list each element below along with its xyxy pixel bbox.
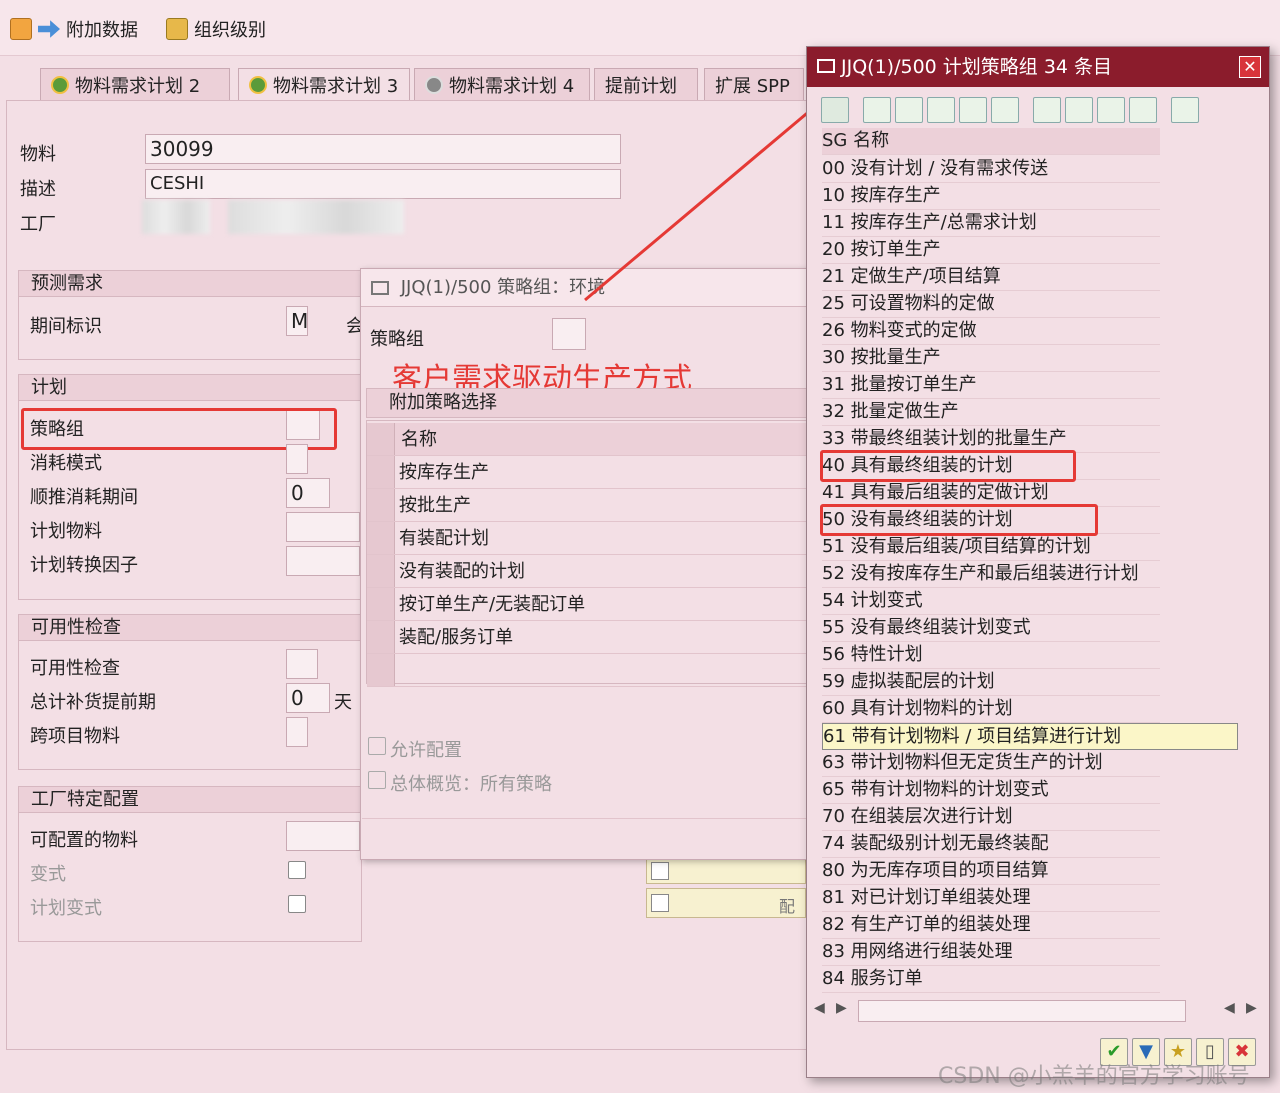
- strategy-row[interactable]: 10 按库存生产: [822, 183, 1160, 210]
- search-icon[interactable]: [821, 97, 849, 123]
- strategy-row[interactable]: 83 用网络进行组装处理: [822, 939, 1160, 966]
- strategy-row[interactable]: 65 带有计划物料的计划变式: [822, 777, 1160, 804]
- close-icon[interactable]: ✕: [1239, 56, 1261, 78]
- list-dialog-title-bar: JJQ(1)/500 计划策略组 34 条目 ✕: [807, 47, 1269, 87]
- print-icon[interactable]: [1033, 97, 1061, 123]
- strategy-row[interactable]: 59 虚拟装配层的计划: [822, 669, 1160, 696]
- sort-descending-icon[interactable]: [895, 97, 923, 123]
- list-dialog-title: JJQ(1)/500 计划策略组 34 条目: [841, 56, 1113, 78]
- strategy-row[interactable]: 60 具有计划物料的计划: [822, 696, 1160, 723]
- arrow-line: [584, 102, 819, 302]
- strategy-row[interactable]: 26 物料变式的定做: [822, 318, 1160, 345]
- strategy-row[interactable]: 70 在组装层次进行计划: [822, 804, 1160, 831]
- strategy-row[interactable]: 80 为无库存项目的项目结算: [822, 858, 1160, 885]
- list-toolbar: [821, 97, 1199, 127]
- watermark: CSDN @小羔羊的官方学习账号: [938, 1064, 1250, 1089]
- strategy-row[interactable]: 52 没有按库存生产和最后组装进行计划: [822, 561, 1160, 588]
- highlight-row-40: [820, 450, 1076, 482]
- strategy-row[interactable]: 63 带计划物料但无定货生产的计划: [822, 750, 1160, 777]
- strategy-row[interactable]: 25 可设置物料的定做: [822, 291, 1160, 318]
- strategy-row[interactable]: 61 带有计划物料 / 项目结算进行计划: [822, 723, 1238, 750]
- strategy-row[interactable]: 31 批量按订单生产: [822, 372, 1160, 399]
- strategy-row[interactable]: 51 没有最后组装/项目结算的计划: [822, 534, 1160, 561]
- strategy-row[interactable]: 81 对已计划订单组装处理: [822, 885, 1160, 912]
- strategy-row[interactable]: 55 没有最终组装计划变式: [822, 615, 1160, 642]
- export-icon[interactable]: [1097, 97, 1125, 123]
- window-icon: [817, 59, 835, 73]
- scroll-left-end-icon[interactable]: ◀: [1224, 1000, 1235, 1016]
- strategy-row[interactable]: 20 按订单生产: [822, 237, 1160, 264]
- strategy-row[interactable]: 56 特性计划: [822, 642, 1160, 669]
- strategy-row[interactable]: 84 服务订单: [822, 966, 1160, 993]
- strategy-row[interactable]: 30 按批量生产: [822, 345, 1160, 372]
- strategy-row[interactable]: 54 计划变式: [822, 588, 1160, 615]
- strategy-row[interactable]: 32 批量定做生产: [822, 399, 1160, 426]
- scroll-right-end-icon[interactable]: ▶: [1246, 1000, 1257, 1016]
- highlight-row-50: [820, 504, 1098, 536]
- strategy-row[interactable]: 11 按库存生产/总需求计划: [822, 210, 1160, 237]
- strategy-row[interactable]: 33 带最终组装计划的批量生产: [822, 426, 1160, 453]
- strategy-row[interactable]: 82 有生产订单的组装处理: [822, 912, 1160, 939]
- list-header: SG 名称: [822, 128, 1160, 155]
- strategy-row[interactable]: 74 装配级别计划无最终装配: [822, 831, 1160, 858]
- scroll-left-icon[interactable]: ◀: [814, 1000, 825, 1016]
- strategy-row[interactable]: 41 具有最后组装的定做计划: [822, 480, 1160, 507]
- strategy-row[interactable]: 21 定做生产/项目结算: [822, 264, 1160, 291]
- find-next-icon[interactable]: [959, 97, 987, 123]
- find-icon[interactable]: [927, 97, 955, 123]
- scroll-right-icon[interactable]: ▶: [836, 1000, 847, 1016]
- scroll-thumb[interactable]: [858, 1000, 1186, 1022]
- layout-grid-icon[interactable]: [1129, 97, 1157, 123]
- filter-icon[interactable]: [991, 97, 1019, 123]
- view-icon[interactable]: [1065, 97, 1093, 123]
- info-icon[interactable]: [1171, 97, 1199, 123]
- sort-ascending-icon[interactable]: [863, 97, 891, 123]
- strategy-row[interactable]: 00 没有计划 / 没有需求传送: [822, 156, 1160, 183]
- horizontal-scrollbar[interactable]: ◀ ▶ ◀ ▶: [812, 996, 1266, 1026]
